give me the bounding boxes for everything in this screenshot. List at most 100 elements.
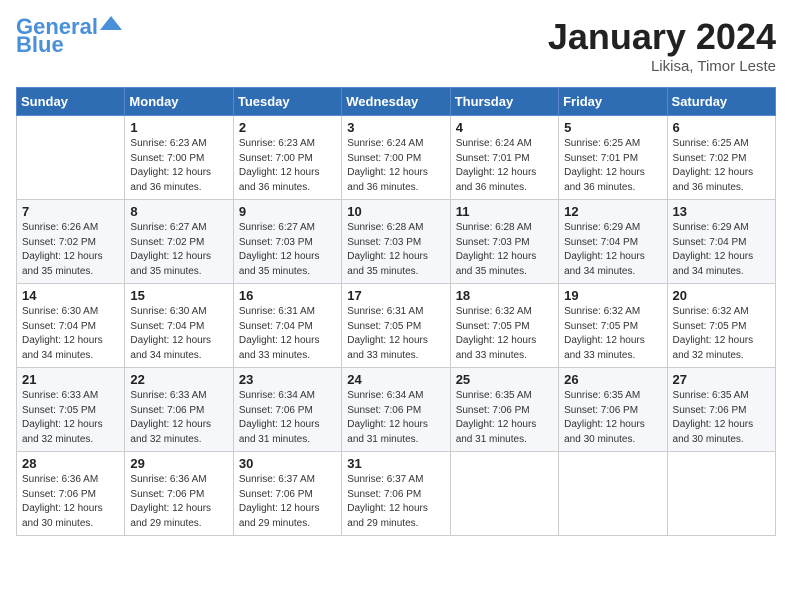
day-number: 24: [347, 372, 444, 387]
day-info: Sunrise: 6:25 AMSunset: 7:01 PMDaylight:…: [564, 137, 661, 195]
day-info: Sunrise: 6:35 AMSunset: 7:06 PMDaylight:…: [564, 389, 661, 447]
day-number: 10: [347, 204, 444, 219]
calendar-cell: 18 Sunrise: 6:32 AMSunset: 7:05 PMDayligh…: [450, 284, 558, 368]
day-number: 14: [22, 288, 119, 303]
calendar-cell: 12 Sunrise: 6:29 AMSunset: 7:04 PMDayligh…: [559, 200, 667, 284]
day-number: 6: [673, 120, 770, 135]
day-number: 16: [239, 288, 336, 303]
calendar-cell: 10 Sunrise: 6:28 AMSunset: 7:03 PMDayligh…: [342, 200, 450, 284]
day-number: 19: [564, 288, 661, 303]
day-number: 9: [239, 204, 336, 219]
day-info: Sunrise: 6:32 AMSunset: 7:05 PMDaylight:…: [673, 305, 770, 363]
day-number: 25: [456, 372, 553, 387]
weekday-header-sunday: Sunday: [17, 88, 125, 116]
weekday-header-wednesday: Wednesday: [342, 88, 450, 116]
day-number: 30: [239, 456, 336, 471]
day-info: Sunrise: 6:35 AMSunset: 7:06 PMDaylight:…: [456, 389, 553, 447]
day-info: Sunrise: 6:37 AMSunset: 7:06 PMDaylight:…: [347, 473, 444, 531]
weekday-header-tuesday: Tuesday: [233, 88, 341, 116]
weekday-header-row: SundayMondayTuesdayWednesdayThursdayFrid…: [17, 88, 776, 116]
day-info: Sunrise: 6:33 AMSunset: 7:06 PMDaylight:…: [130, 389, 227, 447]
calendar-cell: 3 Sunrise: 6:24 AMSunset: 7:00 PMDaylight…: [342, 116, 450, 200]
day-number: 3: [347, 120, 444, 135]
calendar-cell: 15 Sunrise: 6:30 AMSunset: 7:04 PMDayligh…: [125, 284, 233, 368]
calendar-cell: 20 Sunrise: 6:32 AMSunset: 7:05 PMDayligh…: [667, 284, 775, 368]
calendar-cell: 19 Sunrise: 6:32 AMSunset: 7:05 PMDayligh…: [559, 284, 667, 368]
title-area: January 2024 Likisa, Timor Leste: [548, 16, 776, 75]
calendar-cell: 8 Sunrise: 6:27 AMSunset: 7:02 PMDaylight…: [125, 200, 233, 284]
day-info: Sunrise: 6:32 AMSunset: 7:05 PMDaylight:…: [456, 305, 553, 363]
weekday-header-monday: Monday: [125, 88, 233, 116]
logo: General Blue: [16, 16, 122, 56]
day-info: Sunrise: 6:36 AMSunset: 7:06 PMDaylight:…: [130, 473, 227, 531]
calendar-cell: 22 Sunrise: 6:33 AMSunset: 7:06 PMDayligh…: [125, 368, 233, 452]
day-info: Sunrise: 6:25 AMSunset: 7:02 PMDaylight:…: [673, 137, 770, 195]
calendar-cell: 7 Sunrise: 6:26 AMSunset: 7:02 PMDaylight…: [17, 200, 125, 284]
calendar-cell: 9 Sunrise: 6:27 AMSunset: 7:03 PMDaylight…: [233, 200, 341, 284]
logo-icon: [100, 16, 122, 32]
weekday-header-saturday: Saturday: [667, 88, 775, 116]
day-info: Sunrise: 6:23 AMSunset: 7:00 PMDaylight:…: [239, 137, 336, 195]
day-info: Sunrise: 6:28 AMSunset: 7:03 PMDaylight:…: [456, 221, 553, 279]
calendar-cell: 29 Sunrise: 6:36 AMSunset: 7:06 PMDayligh…: [125, 452, 233, 536]
page-header: General Blue January 2024 Likisa, Timor …: [16, 16, 776, 75]
weekday-header-friday: Friday: [559, 88, 667, 116]
week-row-2: 7 Sunrise: 6:26 AMSunset: 7:02 PMDaylight…: [17, 200, 776, 284]
day-number: 5: [564, 120, 661, 135]
calendar-cell: 4Sunrise: 6:24 AMSunset: 7:01 PMDaylight…: [450, 116, 558, 200]
day-number: 29: [130, 456, 227, 471]
week-row-5: 28 Sunrise: 6:36 AMSunset: 7:06 PMDayligh…: [17, 452, 776, 536]
day-number: 12: [564, 204, 661, 219]
day-number: 31: [347, 456, 444, 471]
day-number: 11: [456, 204, 553, 219]
calendar-cell: 2 Sunrise: 6:23 AMSunset: 7:00 PMDaylight…: [233, 116, 341, 200]
day-info: Sunrise: 6:24 AMSunset: 7:01 PMDaylight:…: [456, 137, 553, 195]
day-number: 7: [22, 204, 119, 219]
day-info: Sunrise: 6:27 AMSunset: 7:03 PMDaylight:…: [239, 221, 336, 279]
day-number: 23: [239, 372, 336, 387]
day-info: Sunrise: 6:33 AMSunset: 7:05 PMDaylight:…: [22, 389, 119, 447]
day-number: 20: [673, 288, 770, 303]
day-info: Sunrise: 6:36 AMSunset: 7:06 PMDaylight:…: [22, 473, 119, 531]
day-info: Sunrise: 6:34 AMSunset: 7:06 PMDaylight:…: [239, 389, 336, 447]
weekday-header-thursday: Thursday: [450, 88, 558, 116]
calendar-cell: 23 Sunrise: 6:34 AMSunset: 7:06 PMDayligh…: [233, 368, 341, 452]
day-info: Sunrise: 6:23 AMSunset: 7:00 PMDaylight:…: [130, 137, 227, 195]
day-info: Sunrise: 6:37 AMSunset: 7:06 PMDaylight:…: [239, 473, 336, 531]
day-number: 28: [22, 456, 119, 471]
day-info: Sunrise: 6:30 AMSunset: 7:04 PMDaylight:…: [22, 305, 119, 363]
calendar-cell: 17Sunrise: 6:31 AMSunset: 7:05 PMDayligh…: [342, 284, 450, 368]
calendar-cell: 31 Sunrise: 6:37 AMSunset: 7:06 PMDayligh…: [342, 452, 450, 536]
calendar-cell: [667, 452, 775, 536]
logo-blue: Blue: [16, 34, 64, 56]
day-info: Sunrise: 6:24 AMSunset: 7:00 PMDaylight:…: [347, 137, 444, 195]
calendar-cell: [450, 452, 558, 536]
day-info: Sunrise: 6:29 AMSunset: 7:04 PMDaylight:…: [564, 221, 661, 279]
calendar-cell: 16Sunrise: 6:31 AMSunset: 7:04 PMDayligh…: [233, 284, 341, 368]
day-number: 22: [130, 372, 227, 387]
day-number: 8: [130, 204, 227, 219]
calendar-cell: 1Sunrise: 6:23 AMSunset: 7:00 PMDaylight…: [125, 116, 233, 200]
calendar-cell: [17, 116, 125, 200]
calendar-cell: 25 Sunrise: 6:35 AMSunset: 7:06 PMDayligh…: [450, 368, 558, 452]
location: Likisa, Timor Leste: [548, 58, 776, 75]
day-number: 17: [347, 288, 444, 303]
day-info: Sunrise: 6:32 AMSunset: 7:05 PMDaylight:…: [564, 305, 661, 363]
day-info: Sunrise: 6:28 AMSunset: 7:03 PMDaylight:…: [347, 221, 444, 279]
calendar-cell: 21Sunrise: 6:33 AMSunset: 7:05 PMDayligh…: [17, 368, 125, 452]
month-title: January 2024: [548, 16, 776, 58]
day-number: 18: [456, 288, 553, 303]
calendar-cell: 28 Sunrise: 6:36 AMSunset: 7:06 PMDayligh…: [17, 452, 125, 536]
day-info: Sunrise: 6:26 AMSunset: 7:02 PMDaylight:…: [22, 221, 119, 279]
day-number: 2: [239, 120, 336, 135]
day-info: Sunrise: 6:35 AMSunset: 7:06 PMDaylight:…: [673, 389, 770, 447]
calendar-table: SundayMondayTuesdayWednesdayThursdayFrid…: [16, 87, 776, 536]
day-info: Sunrise: 6:27 AMSunset: 7:02 PMDaylight:…: [130, 221, 227, 279]
day-info: Sunrise: 6:30 AMSunset: 7:04 PMDaylight:…: [130, 305, 227, 363]
calendar-cell: 11 Sunrise: 6:28 AMSunset: 7:03 PMDayligh…: [450, 200, 558, 284]
week-row-3: 14 Sunrise: 6:30 AMSunset: 7:04 PMDayligh…: [17, 284, 776, 368]
day-number: 15: [130, 288, 227, 303]
calendar-cell: 5 Sunrise: 6:25 AMSunset: 7:01 PMDaylight…: [559, 116, 667, 200]
calendar-cell: [559, 452, 667, 536]
calendar-cell: 6 Sunrise: 6:25 AMSunset: 7:02 PMDaylight…: [667, 116, 775, 200]
